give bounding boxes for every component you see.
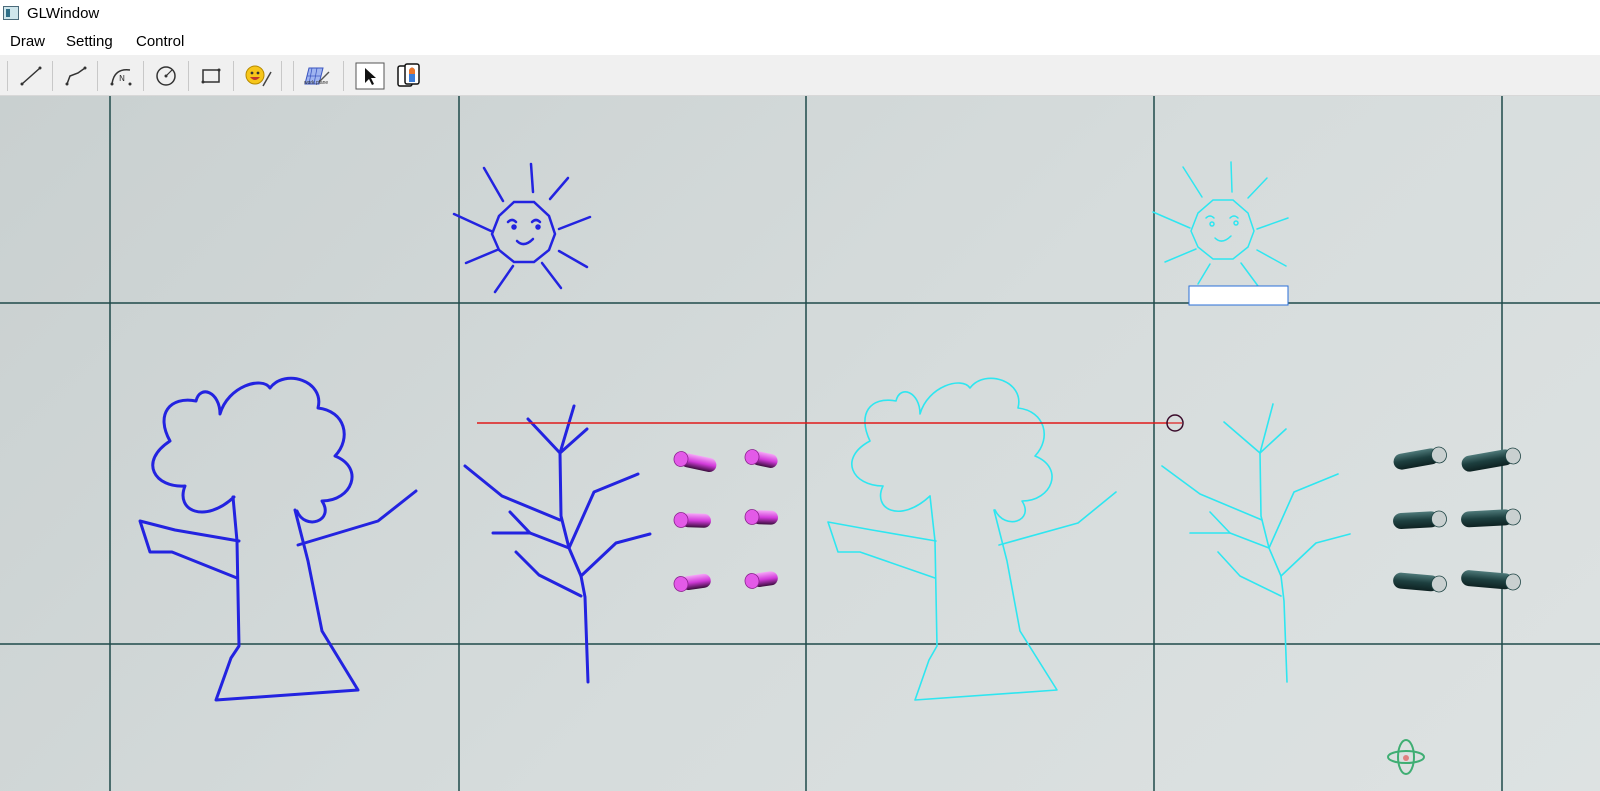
toolbar-separator [52,61,53,91]
text-input-box[interactable] [1188,285,1289,306]
line-tool-button[interactable] [16,62,46,90]
dark-cylinder [1393,572,1447,593]
toolbar-separator [281,61,282,91]
toolbar-separator [188,61,189,91]
menu-control[interactable]: Control [136,33,184,50]
window-title: GLWindow [27,5,100,22]
circle-tool-icon [156,66,176,86]
magenta-cylinder [744,509,778,525]
menu-setting[interactable]: Setting [66,33,113,50]
blue-tree [138,376,418,702]
menu-bar: Draw Setting Control [0,28,1600,55]
dark-cylinder [1393,446,1447,470]
magenta-cylinder [673,573,711,592]
blue-branch [463,404,652,684]
crosshair-cursor [1166,414,1184,432]
toolbar-separator [293,61,294,91]
gl-viewport[interactable] [0,96,1600,791]
work-plane-label: work plane [304,80,329,86]
toolbar-separator [97,61,98,91]
magenta-cylinders [673,449,778,592]
magenta-cylinder [744,449,778,468]
dark-cylinder [1461,508,1521,528]
toolbar-separator [343,61,344,91]
orientation-gizmo-icon[interactable] [1387,739,1425,775]
curve-tool-button[interactable]: N [106,62,136,90]
magenta-cylinder [744,571,778,589]
line-tool-icon [20,66,42,86]
grid [0,96,1600,791]
toolbar: N work plane [0,55,1600,96]
emoji-tool-button[interactable] [243,62,273,90]
svg-text:N: N [119,74,125,83]
cyan-branch [1161,403,1351,683]
menu-draw[interactable]: Draw [10,33,45,50]
cyan-tree [827,377,1117,701]
select-arrow-icon [355,62,385,90]
blue-sun [452,162,592,294]
magenta-cylinder [673,451,717,473]
dark-cylinder [1461,447,1521,472]
toolbar-separator [233,61,234,91]
scene-canvas [0,96,1600,791]
emoji-tool-icon [245,65,272,87]
polyline-tool-button[interactable] [61,62,91,90]
magenta-cylinder [673,512,711,528]
curve-tool-icon: N [110,69,132,86]
dark-cylinder [1393,510,1447,529]
circle-tool-button[interactable] [151,62,181,90]
color-tool-icon [397,63,420,87]
cyan-sun [1152,161,1289,287]
polyline-tool-icon [65,66,87,86]
dark-cylinder [1461,570,1521,591]
color-tool-button[interactable] [394,62,424,90]
rectangle-tool-icon [201,68,221,84]
rectangle-tool-button[interactable] [196,62,226,90]
toolbar-separator [7,61,8,91]
select-tool-button[interactable] [355,62,385,90]
toolbar-separator [143,61,144,91]
title-bar: GLWindow [0,0,1600,28]
app-icon [3,6,19,20]
